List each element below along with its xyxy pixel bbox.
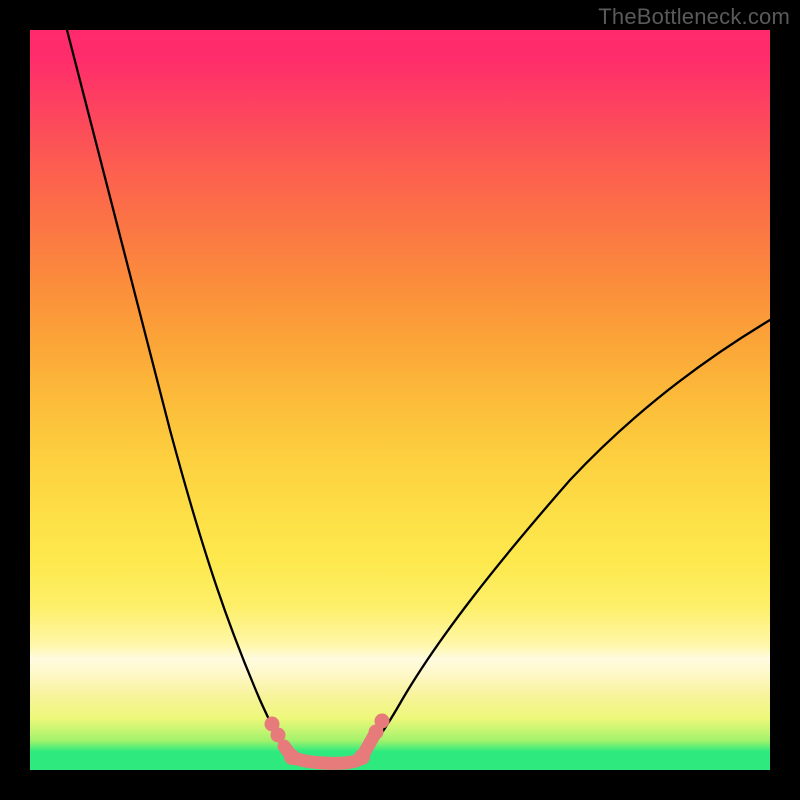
optimal-dot [375, 714, 390, 729]
plot-area [30, 30, 770, 770]
curve-left-branch [67, 30, 292, 757]
curve-right-branch [362, 320, 770, 757]
optimal-dot [284, 749, 300, 765]
chart-svg [30, 30, 770, 770]
optimal-dot [354, 749, 370, 765]
watermark-label: TheBottleneck.com [598, 4, 790, 30]
optimal-dot [271, 728, 286, 743]
chart-frame: TheBottleneck.com [0, 0, 800, 800]
